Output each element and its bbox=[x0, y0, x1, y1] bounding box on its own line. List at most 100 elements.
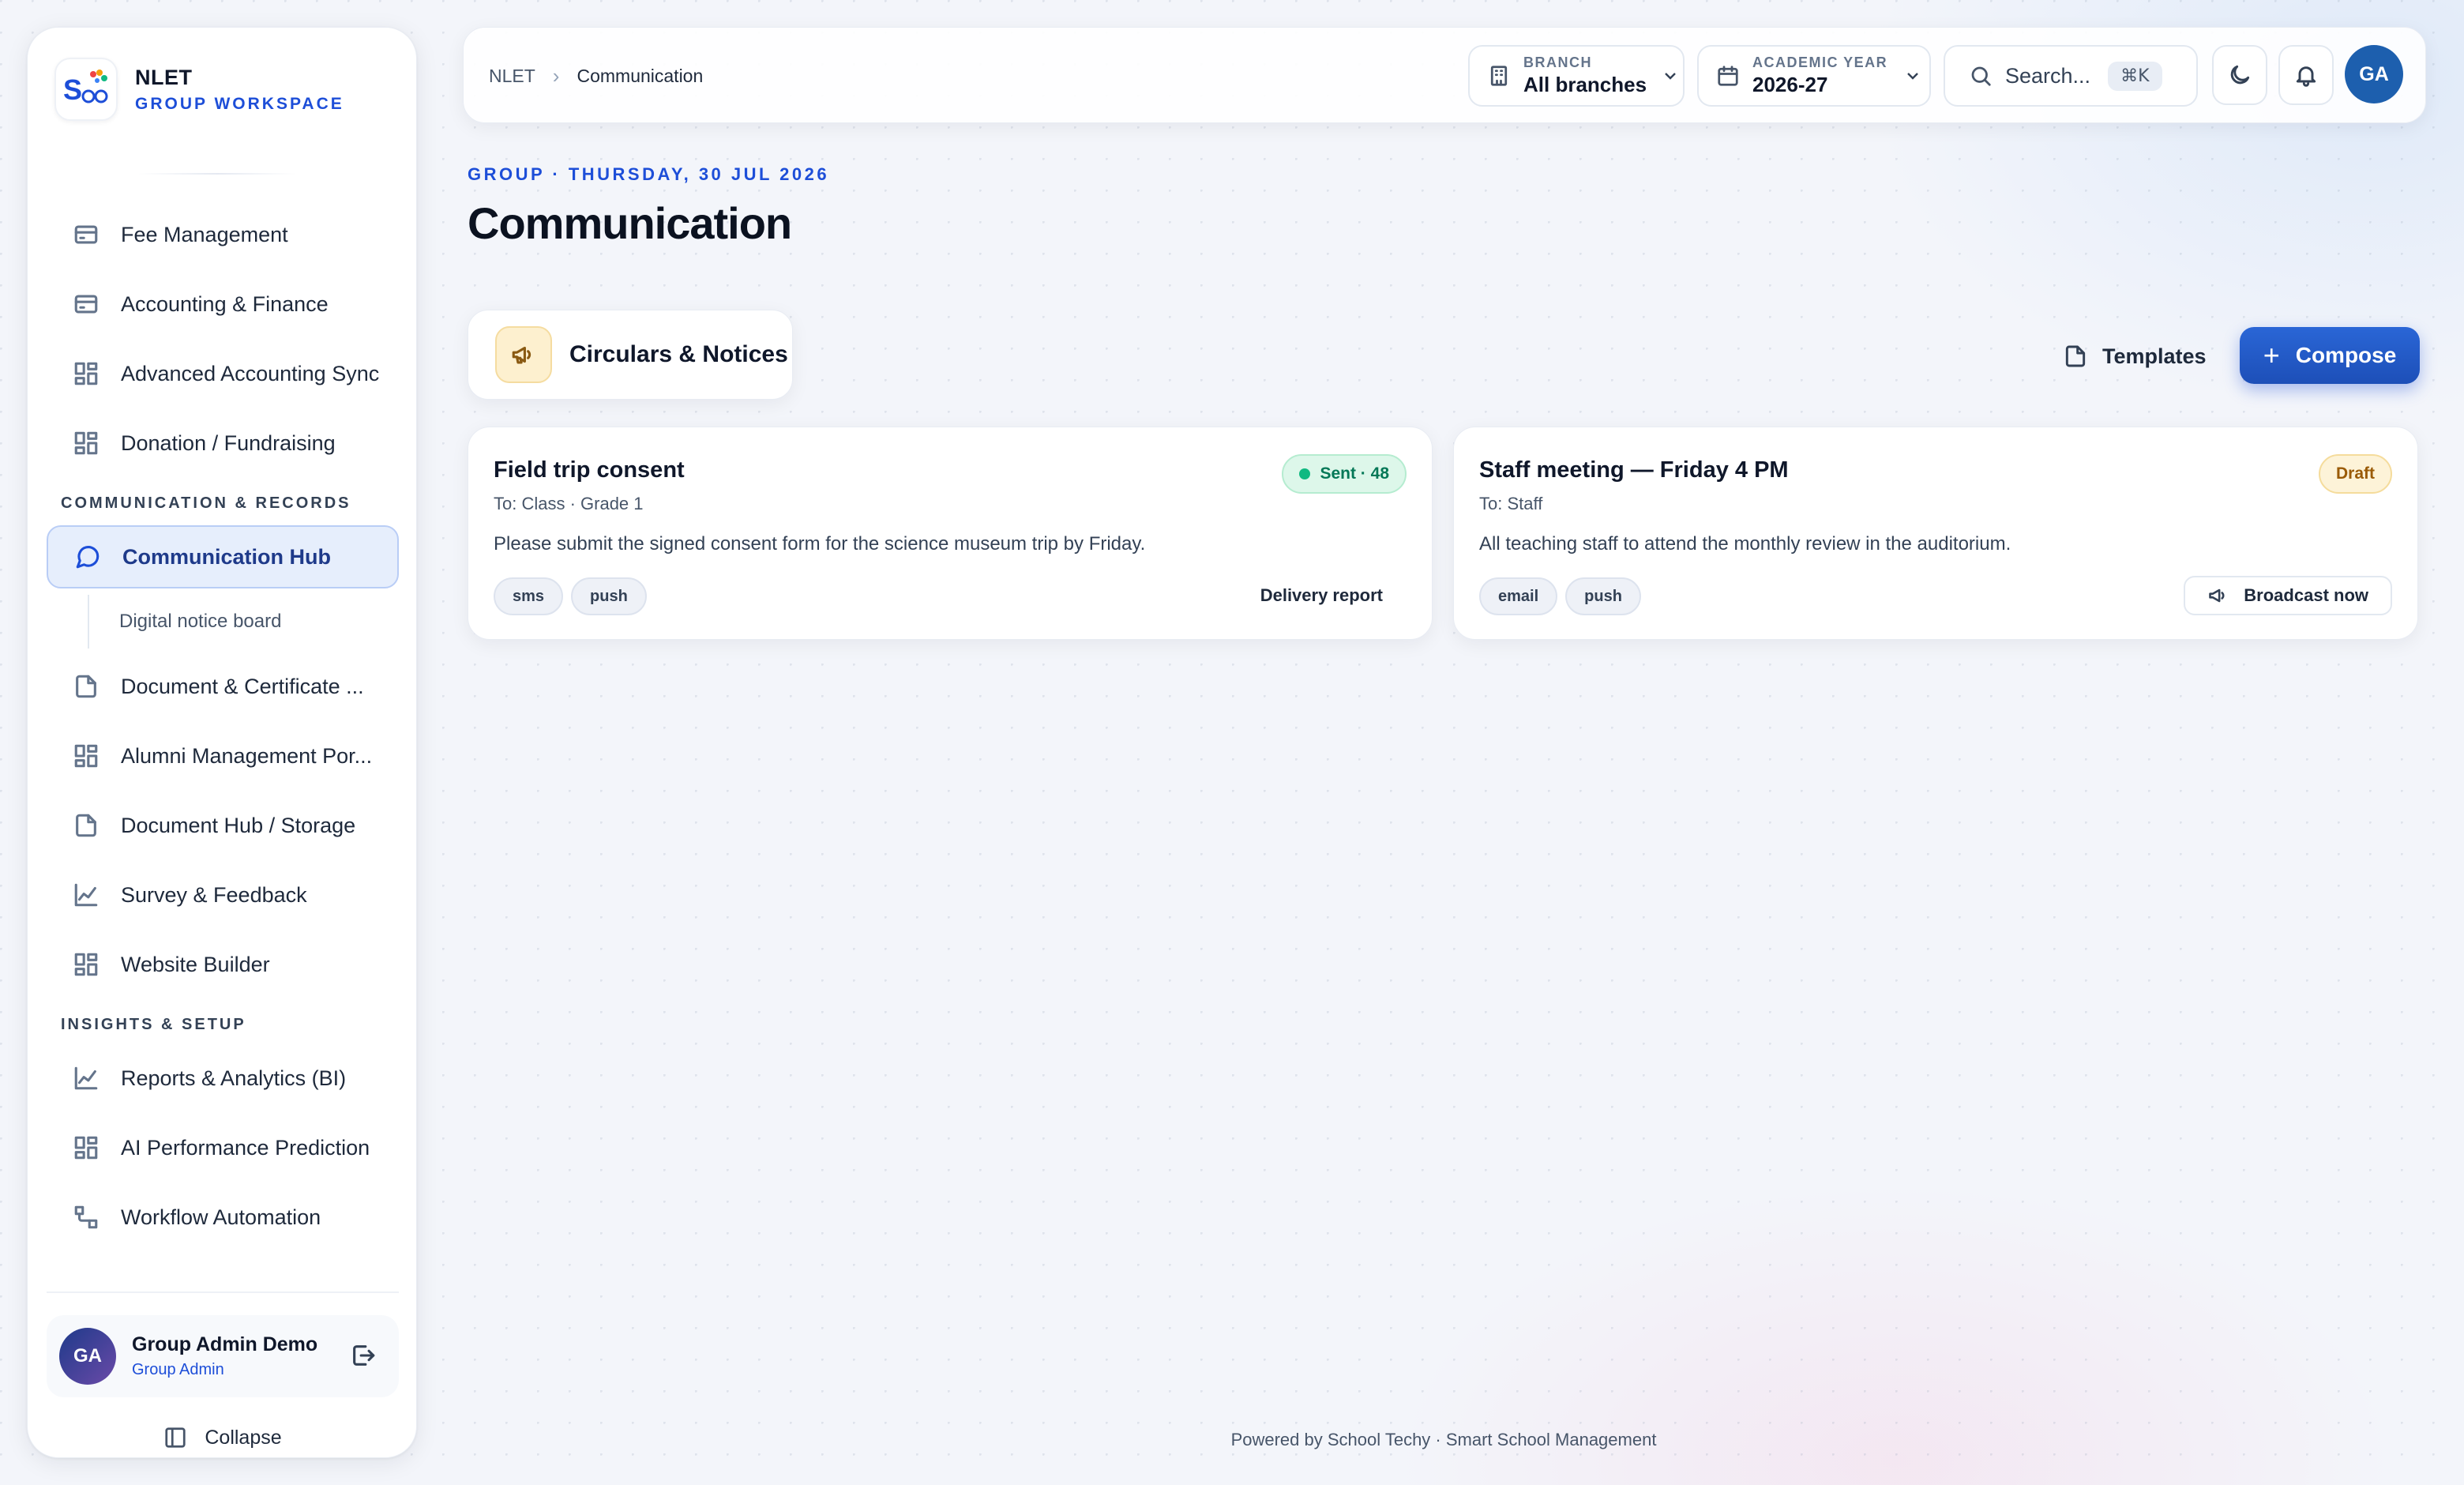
notice-body: All teaching staff to attend the monthly… bbox=[1479, 533, 2011, 555]
chevron-down-icon bbox=[1907, 73, 1919, 80]
user-avatar-button[interactable]: GA bbox=[2345, 45, 2403, 103]
status-badge: Draft bbox=[2318, 454, 2392, 494]
workflow-icon bbox=[72, 1203, 100, 1231]
breadcrumb: NLET › Communication bbox=[489, 28, 703, 124]
branch-selector[interactable]: BRANCH All branches bbox=[1468, 45, 1685, 107]
moon-icon bbox=[2230, 65, 2250, 85]
notice-recipients: To: Class · Grade 1 bbox=[494, 494, 644, 513]
user-name: Group Admin Demo bbox=[132, 1333, 318, 1355]
nav-item-label: Donation / Fundraising bbox=[121, 430, 336, 455]
nav-item-document-certificate[interactable]: Document & Certificate ... bbox=[47, 655, 399, 718]
nav-item-workflow-automation[interactable]: Workflow Automation bbox=[47, 1186, 399, 1249]
search-icon bbox=[1971, 66, 1991, 86]
nav-item-document-hub[interactable]: Document Hub / Storage bbox=[47, 794, 399, 857]
search-placeholder: Search... bbox=[2005, 63, 2091, 88]
page-eyebrow: GROUP · THURSDAY, 30 JUL 2026 bbox=[468, 164, 830, 184]
megaphone-icon bbox=[495, 326, 552, 383]
status-text: Sent · 48 bbox=[1320, 464, 1389, 483]
building-icon bbox=[1490, 66, 1508, 86]
nav-subitem-digital-notice-board[interactable]: Digital notice board bbox=[88, 595, 399, 649]
status-badge: Sent · 48 bbox=[1282, 454, 1407, 494]
nav-item-label: Document & Certificate ... bbox=[121, 674, 364, 698]
nav-item-label: Communication Hub bbox=[122, 544, 331, 569]
grid-icon bbox=[72, 1133, 100, 1162]
notice-card[interactable]: Staff meeting — Friday 4 PM Draft To: St… bbox=[1453, 427, 2418, 640]
channel-tag: push bbox=[571, 577, 647, 615]
tab-circulars-notices[interactable]: Circulars & Notices bbox=[468, 310, 793, 400]
channel-tag: push bbox=[1565, 577, 1641, 615]
user-role: Group Admin bbox=[132, 1361, 224, 1378]
document-icon bbox=[2065, 345, 2086, 367]
status-dot bbox=[1299, 468, 1311, 479]
nav-item-label: Workflow Automation bbox=[121, 1205, 321, 1229]
nav-section-communication: COMMUNICATION & RECORDS bbox=[61, 494, 351, 512]
theme-toggle-button[interactable] bbox=[2212, 45, 2267, 105]
chat-icon bbox=[73, 543, 102, 571]
nav-item-donation-fundraising[interactable]: Donation / Fundraising bbox=[47, 412, 399, 475]
notifications-button[interactable] bbox=[2278, 45, 2334, 105]
academic-year-label: ACADEMIC YEAR bbox=[1752, 55, 1888, 70]
nav-item-survey-feedback[interactable]: Survey & Feedback bbox=[47, 863, 399, 927]
compose-button[interactable]: + Compose bbox=[2240, 327, 2420, 384]
nav-item-communication-hub[interactable]: Communication Hub bbox=[47, 525, 399, 588]
nav-item-label: Reports & Analytics (BI) bbox=[121, 1066, 347, 1090]
channel-tag: email bbox=[1479, 577, 1558, 615]
broadcast-now-button[interactable]: Broadcast now bbox=[2184, 576, 2392, 615]
nav-item-alumni-management[interactable]: Alumni Management Por... bbox=[47, 724, 399, 788]
avatar: GA bbox=[59, 1328, 116, 1385]
top-bar: NLET › Communication BRANCH All branches… bbox=[463, 27, 2426, 123]
notice-body: Please submit the signed consent form fo… bbox=[494, 533, 1146, 555]
logout-icon[interactable] bbox=[350, 1342, 377, 1373]
chart-icon bbox=[72, 1064, 100, 1092]
footer-text: Powered by School Techy · Smart School M… bbox=[1230, 1430, 1657, 1449]
nav-item-label: Website Builder bbox=[121, 952, 270, 976]
brand-logo: S bbox=[54, 58, 118, 121]
templates-label: Templates bbox=[2102, 344, 2207, 368]
nav-item-reports-analytics[interactable]: Reports & Analytics (BI) bbox=[47, 1047, 399, 1110]
tab-label: Circulars & Notices bbox=[569, 341, 788, 367]
svg-text:S: S bbox=[63, 73, 82, 106]
sidebar: S NLET GROUP WORKSPACE Fee Management Ac… bbox=[27, 27, 417, 1458]
delivery-report-button[interactable]: Delivery report bbox=[1260, 585, 1383, 606]
nav-item-website-builder[interactable]: Website Builder bbox=[47, 933, 399, 996]
channel-tag: sms bbox=[494, 577, 564, 615]
nav-item-ai-performance[interactable]: AI Performance Prediction bbox=[47, 1116, 399, 1179]
brand[interactable]: S NLET GROUP WORKSPACE bbox=[54, 58, 344, 121]
user-card[interactable]: GA Group Admin Demo Group Admin bbox=[47, 1315, 399, 1397]
compose-label: Compose bbox=[2295, 343, 2397, 367]
nav-item-label: Accounting & Finance bbox=[121, 291, 329, 316]
nav-item-accounting-finance[interactable]: Accounting & Finance bbox=[47, 273, 399, 336]
document-icon bbox=[72, 672, 100, 701]
search-shortcut: ⌘K bbox=[2108, 61, 2162, 91]
page-title: Communication bbox=[468, 198, 792, 248]
grid-icon bbox=[72, 429, 100, 457]
chart-icon bbox=[72, 881, 100, 909]
nav-section-insights: INSIGHTS & SETUP bbox=[61, 1015, 246, 1033]
card-icon bbox=[72, 220, 100, 249]
nav-item-advanced-accounting-sync[interactable]: Advanced Accounting Sync bbox=[47, 342, 399, 405]
brand-subtitle: GROUP WORKSPACE bbox=[135, 94, 344, 113]
grid-icon bbox=[72, 950, 100, 979]
templates-button[interactable]: Templates bbox=[2063, 336, 2207, 376]
chevron-right-icon: › bbox=[552, 63, 560, 88]
nav-item-label: Document Hub / Storage bbox=[121, 813, 356, 837]
search-input[interactable]: Search... ⌘K bbox=[1944, 45, 2198, 107]
academic-year-selector[interactable]: ACADEMIC YEAR 2026-27 bbox=[1697, 45, 1931, 107]
notice-recipients: To: Staff bbox=[1479, 494, 1543, 513]
calendar-icon bbox=[1718, 66, 1738, 86]
channel-tags: email push bbox=[1479, 577, 1649, 615]
broadcast-label: Broadcast now bbox=[2244, 585, 2368, 605]
breadcrumb-root[interactable]: NLET bbox=[489, 66, 535, 87]
branch-label: BRANCH bbox=[1523, 55, 1592, 70]
bell-icon bbox=[2296, 66, 2316, 87]
notice-card[interactable]: Field trip consent Sent · 48 To: Class ·… bbox=[468, 427, 1433, 640]
academic-year-value: 2026-27 bbox=[1752, 73, 1828, 96]
brand-name: NLET bbox=[135, 65, 193, 89]
grid-icon bbox=[72, 359, 100, 388]
sidebar-nav: Fee Management Accounting & Finance Adva… bbox=[47, 203, 399, 1255]
megaphone-icon bbox=[2209, 588, 2225, 603]
document-icon bbox=[72, 811, 100, 840]
nav-item-fee-management[interactable]: Fee Management bbox=[47, 203, 399, 266]
nav-item-label: AI Performance Prediction bbox=[121, 1135, 370, 1160]
status-text: Draft bbox=[2335, 464, 2375, 483]
